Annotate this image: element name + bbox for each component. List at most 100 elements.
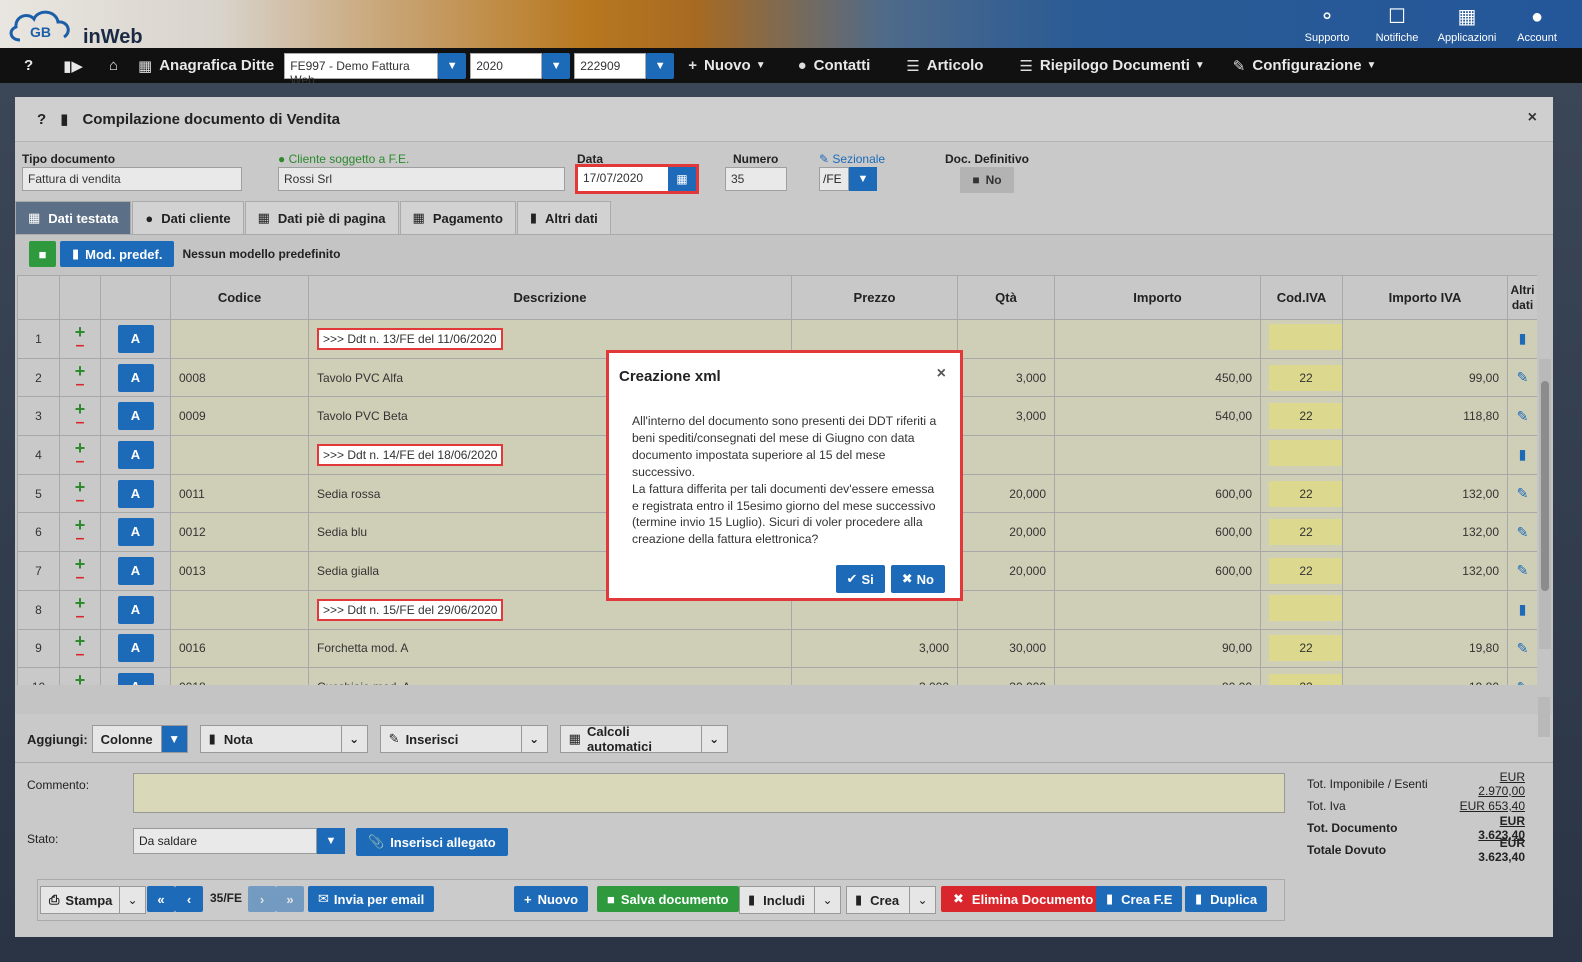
- salva-button[interactable]: ■ Salva documento: [597, 886, 739, 912]
- tab-pagamento[interactable]: ▦ Pagamento: [399, 201, 516, 234]
- includi-dropdown[interactable]: ▮ Includi ⌄: [739, 886, 841, 914]
- notifications-link[interactable]: ☐ Notifiche: [1362, 2, 1432, 44]
- edit-icon[interactable]: ✎: [1517, 408, 1529, 424]
- a-button[interactable]: A: [117, 479, 154, 508]
- support-link[interactable]: ⚬ Supporto: [1292, 2, 1362, 44]
- table-scrollbar[interactable]: [1539, 359, 1551, 649]
- nav-anagrafica[interactable]: ▦ Anagrafica Ditte: [128, 48, 284, 83]
- qta-cell[interactable]: [957, 589, 1055, 630]
- qta-cell[interactable]: 20,000: [957, 473, 1055, 514]
- help-icon[interactable]: ?: [37, 111, 46, 128]
- tab-altri-dati[interactable]: ▮ Altri dati: [516, 201, 611, 234]
- importoiva-cell[interactable]: 118,80: [1342, 396, 1508, 437]
- modal-yes-button[interactable]: ✔ Si: [835, 565, 885, 593]
- qta-cell[interactable]: 30,000: [957, 667, 1055, 685]
- codiva-value[interactable]: [1269, 595, 1342, 622]
- chevron-down-icon[interactable]: ▼: [849, 167, 877, 191]
- minus-icon[interactable]: –: [68, 647, 92, 663]
- importo-cell[interactable]: 450,00: [1054, 357, 1261, 398]
- edit-icon[interactable]: ✎: [1517, 562, 1529, 578]
- last-page-button[interactable]: »: [276, 886, 304, 912]
- nav-articolo[interactable]: ☰ Articolo: [880, 48, 993, 83]
- importoiva-cell[interactable]: 132,00: [1342, 551, 1508, 591]
- chevron-down-icon[interactable]: ▼: [160, 726, 187, 752]
- elimina-button[interactable]: ✖ Elimina Documento: [941, 886, 1106, 912]
- codiva-value[interactable]: [1269, 324, 1342, 351]
- nav-nuovo[interactable]: + Nuovo ▼: [678, 48, 775, 83]
- importo-cell[interactable]: 90,00: [1054, 667, 1261, 685]
- codice-cell[interactable]: 0016: [170, 628, 309, 669]
- col-descrizione[interactable]: Descrizione: [308, 275, 792, 320]
- codiva-value[interactable]: 22: [1269, 674, 1342, 685]
- codiva-value[interactable]: 22: [1269, 364, 1342, 391]
- video-camera-icon[interactable]: ▮: [60, 110, 68, 128]
- colonne-dropdown[interactable]: Colonne ▼: [91, 725, 188, 753]
- save-model-button[interactable]: ■: [29, 241, 56, 267]
- minus-icon[interactable]: –: [68, 376, 92, 392]
- account-link[interactable]: ● Account: [1502, 2, 1572, 44]
- nav-video[interactable]: ▮▶: [53, 48, 99, 83]
- minus-icon[interactable]: –: [68, 415, 92, 431]
- file-icon[interactable]: ▮: [1519, 446, 1527, 462]
- minus-icon[interactable]: –: [68, 531, 92, 547]
- apps-link[interactable]: ▦ Applicazioni: [1432, 2, 1502, 44]
- prezzo-cell[interactable]: 3,000: [791, 667, 958, 685]
- next-page-button[interactable]: ›: [248, 886, 276, 912]
- codice-cell[interactable]: 0018: [170, 667, 309, 685]
- inserisci-dropdown[interactable]: ✎ Inserisci ⌄: [379, 725, 548, 753]
- data-field[interactable]: 17/07/2020: [578, 167, 668, 191]
- nav-riepilogo[interactable]: ☰ Riepilogo Documenti ▼: [993, 48, 1214, 83]
- qta-cell[interactable]: 3,000: [957, 396, 1055, 437]
- a-button[interactable]: A: [117, 402, 154, 431]
- importoiva-cell[interactable]: 132,00: [1342, 512, 1508, 553]
- code-select[interactable]: 222909 ▼: [574, 52, 675, 79]
- chevron-down-icon[interactable]: ⌄: [520, 726, 547, 752]
- codice-cell[interactable]: 0012: [170, 512, 309, 553]
- codice-cell[interactable]: [170, 589, 309, 630]
- importoiva-cell[interactable]: [1342, 435, 1508, 475]
- a-button[interactable]: A: [117, 324, 154, 353]
- a-button[interactable]: A: [117, 363, 154, 392]
- chevron-down-icon[interactable]: ▼: [542, 52, 571, 79]
- codice-cell[interactable]: 0013: [170, 551, 309, 591]
- sezionale-label[interactable]: ✎ Sezionale: [819, 152, 885, 166]
- table-row[interactable]: 9 + – A 0016 Forchetta mod. A 3,000 30,000 90,00…: [17, 628, 1537, 669]
- edit-icon[interactable]: ✎: [1517, 369, 1529, 385]
- importo-cell[interactable]: 90,00: [1054, 628, 1261, 669]
- nav-contatti[interactable]: ● Contatti: [776, 48, 881, 83]
- a-button[interactable]: A: [117, 634, 154, 663]
- definitivo-toggle[interactable]: ■ No: [960, 167, 1014, 193]
- company-select[interactable]: FE997 - Demo Fattura Web ▼: [284, 52, 467, 87]
- prezzo-cell[interactable]: 3,000: [791, 628, 958, 669]
- col-codiva[interactable]: Cod.IVA: [1260, 275, 1343, 320]
- minus-icon[interactable]: –: [68, 337, 92, 353]
- col-importo[interactable]: Importo: [1054, 275, 1261, 320]
- chevron-down-icon[interactable]: ⌄: [340, 726, 367, 752]
- minus-icon[interactable]: –: [68, 569, 92, 585]
- edit-icon[interactable]: ✎: [1517, 640, 1529, 656]
- tab-dati-pie-pagina[interactable]: ▦ Dati piè di pagina: [244, 201, 399, 234]
- cliente-field[interactable]: Rossi Srl: [278, 167, 565, 191]
- year-select[interactable]: 2020 ▼: [470, 52, 571, 79]
- minus-icon[interactable]: –: [68, 453, 92, 469]
- chevron-down-icon[interactable]: ⌄: [814, 887, 840, 913]
- chevron-down-icon[interactable]: ⌄: [119, 887, 145, 913]
- codice-cell[interactable]: 0008: [170, 357, 309, 398]
- importo-cell[interactable]: 540,00: [1054, 396, 1261, 437]
- a-button[interactable]: A: [117, 673, 154, 685]
- descrizione-cell[interactable]: Forchetta mod. A: [308, 628, 792, 669]
- codice-cell[interactable]: [170, 435, 309, 475]
- importoiva-cell[interactable]: [1342, 319, 1508, 359]
- a-button[interactable]: A: [117, 556, 154, 585]
- chevron-down-icon[interactable]: ▼: [317, 828, 345, 854]
- importoiva-cell[interactable]: 132,00: [1342, 473, 1508, 514]
- qta-cell[interactable]: 20,000: [957, 512, 1055, 553]
- nav-home[interactable]: ⌂: [99, 48, 128, 83]
- close-icon[interactable]: ×: [1528, 109, 1537, 127]
- duplica-button[interactable]: ▮ Duplica: [1185, 886, 1268, 912]
- crea-dropdown[interactable]: ▮ Crea ⌄: [846, 886, 936, 914]
- col-qta[interactable]: Qtà: [957, 275, 1055, 320]
- prev-page-button[interactable]: ‹: [175, 886, 203, 912]
- numero-field[interactable]: 35: [725, 167, 787, 191]
- tipo-field[interactable]: Fattura di vendita: [22, 167, 242, 191]
